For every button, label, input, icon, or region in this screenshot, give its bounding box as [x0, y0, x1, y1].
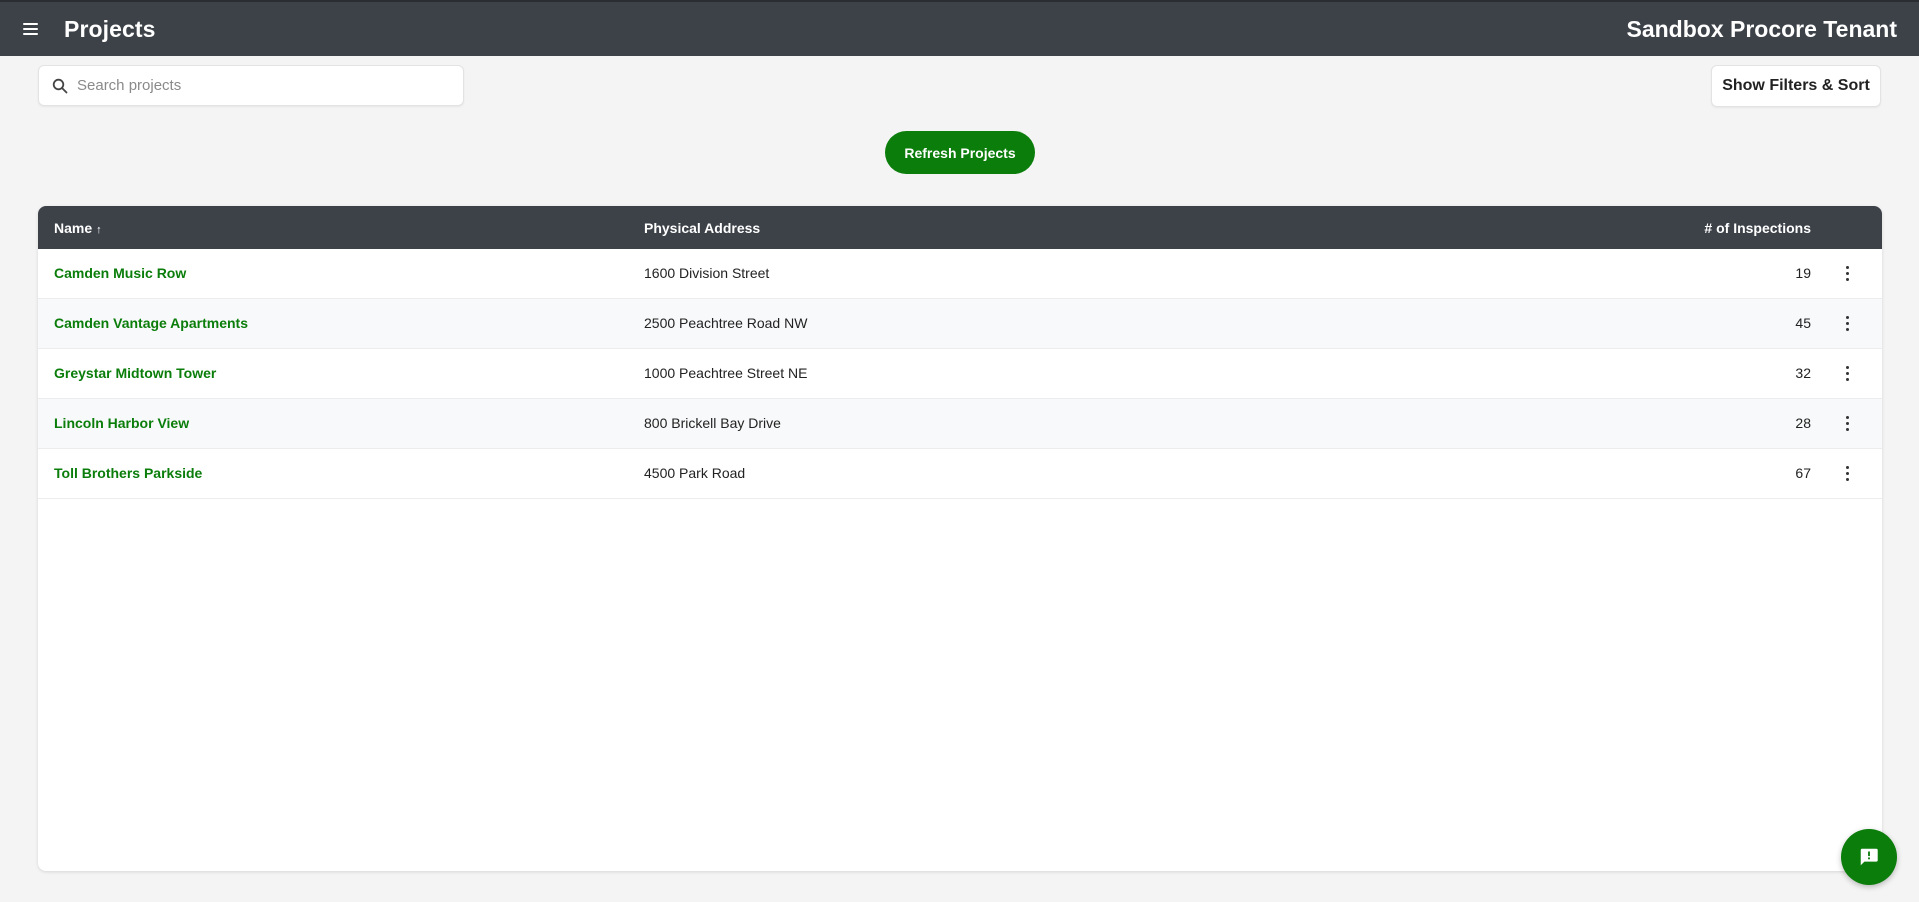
- column-header-name[interactable]: Name ↑: [54, 220, 102, 236]
- feedback-button[interactable]: [1841, 829, 1897, 885]
- hamburger-menu-icon[interactable]: [20, 20, 42, 38]
- page-title: Projects: [64, 16, 156, 42]
- feedback-chat-icon: [1860, 848, 1878, 866]
- column-header-inspections[interactable]: # of Inspections: [1704, 220, 1811, 236]
- project-address: 800 Brickell Bay Drive: [644, 415, 781, 431]
- project-name-link[interactable]: Lincoln Harbor View: [54, 415, 189, 431]
- project-address: 1000 Peachtree Street NE: [644, 365, 808, 381]
- projects-table: Name ↑ Physical Address # of Inspections …: [38, 206, 1882, 871]
- project-name-link[interactable]: Toll Brothers Parkside: [54, 465, 202, 481]
- top-app-bar: Projects Sandbox Procore Tenant: [0, 0, 1919, 56]
- inspection-count: 28: [1795, 415, 1811, 431]
- project-name-link[interactable]: Camden Music Row: [54, 265, 186, 281]
- show-filters-sort-button[interactable]: Show Filters & Sort: [1711, 65, 1881, 107]
- search-box: [38, 65, 464, 106]
- more-vertical-icon[interactable]: [1838, 313, 1858, 335]
- project-address: 2500 Peachtree Road NW: [644, 315, 808, 331]
- project-address: 1600 Division Street: [644, 265, 770, 281]
- table-row: Camden Music Row 1600 Division Street 19: [38, 249, 1882, 299]
- column-header-address[interactable]: Physical Address: [644, 220, 760, 236]
- table-row: Camden Vantage Apartments 2500 Peachtree…: [38, 299, 1882, 349]
- refresh-projects-button[interactable]: Refresh Projects: [885, 131, 1035, 174]
- table-row: Toll Brothers Parkside 4500 Park Road 67: [38, 449, 1882, 499]
- inspection-count: 45: [1795, 315, 1811, 331]
- sort-ascending-icon: ↑: [96, 224, 102, 236]
- project-name-link[interactable]: Greystar Midtown Tower: [54, 365, 216, 381]
- more-vertical-icon[interactable]: [1838, 463, 1858, 485]
- more-vertical-icon[interactable]: [1838, 413, 1858, 435]
- inspection-count: 67: [1795, 465, 1811, 481]
- more-vertical-icon[interactable]: [1838, 363, 1858, 385]
- table-row: Greystar Midtown Tower 1000 Peachtree St…: [38, 349, 1882, 399]
- table-row: Lincoln Harbor View 800 Brickell Bay Dri…: [38, 399, 1882, 449]
- table-body: Camden Music Row 1600 Division Street 19…: [38, 249, 1882, 499]
- search-icon: [52, 78, 68, 94]
- column-header-name-label: Name: [54, 220, 93, 236]
- tenant-name: Sandbox Procore Tenant: [1626, 16, 1897, 42]
- search-input[interactable]: [77, 66, 457, 105]
- table-header: Name ↑ Physical Address # of Inspections: [38, 206, 1882, 249]
- inspection-count: 32: [1795, 365, 1811, 381]
- more-vertical-icon[interactable]: [1838, 263, 1858, 285]
- inspection-count: 19: [1795, 265, 1811, 281]
- project-name-link[interactable]: Camden Vantage Apartments: [54, 315, 248, 331]
- project-address: 4500 Park Road: [644, 465, 746, 481]
